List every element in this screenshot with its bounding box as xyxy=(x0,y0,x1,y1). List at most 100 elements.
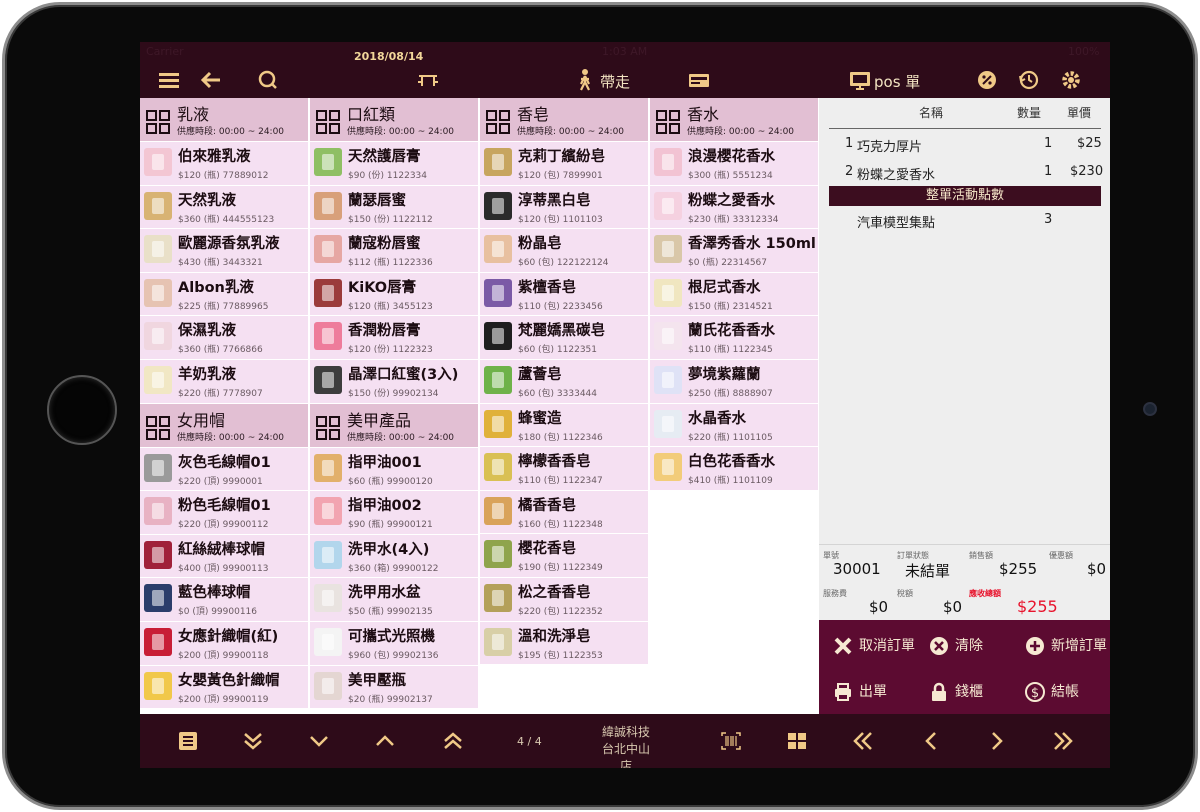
product-tile[interactable]: 溫和洗淨皂 $195 (包) 1122353 xyxy=(480,621,649,666)
product-thumbnail xyxy=(314,497,342,526)
total-due-label: 應收總額 xyxy=(969,589,1001,598)
product-tile[interactable]: 夢境紫蘿蘭 $250 (瓶) 8888907 xyxy=(650,359,819,404)
takeaway-walker-icon[interactable] xyxy=(575,66,595,94)
product-tile[interactable]: 天然乳液 $360 (瓶) 444555123 xyxy=(140,185,309,230)
category-header-lipstick[interactable]: 口紅類 供應時段: 00:00 ~ 24:00 xyxy=(310,98,479,142)
chevron-right-icon[interactable] xyxy=(986,727,1008,762)
product-tile[interactable]: 紅絲絨棒球帽 $400 (頂) 99900113 xyxy=(140,534,309,579)
double-chevron-up-icon[interactable] xyxy=(442,727,464,762)
tax-label: 稅額 xyxy=(897,589,913,598)
discount-percent-icon[interactable] xyxy=(976,66,998,94)
product-tile[interactable]: 女嬰黃色針織帽 $200 (頂) 99900119 xyxy=(140,665,309,710)
product-thumbnail xyxy=(654,148,682,176)
product-tile[interactable]: 松之香香皂 $220 (包) 1122352 xyxy=(480,577,649,622)
chevron-up-icon[interactable] xyxy=(374,727,396,762)
product-tile[interactable]: 白色花香香水 $410 (瓶) 1101109 xyxy=(650,447,819,491)
product-tile[interactable]: 蘭寇粉唇蜜 $112 (瓶) 1122336 xyxy=(310,229,479,273)
product-thumbnail xyxy=(314,453,342,482)
product-price-code: $300 (瓶) 5551234 xyxy=(688,171,773,181)
chevron-left-icon[interactable] xyxy=(920,727,942,762)
category-header-lotion[interactable]: 乳液 供應時段: 00:00 ~ 24:00 xyxy=(140,98,309,142)
product-tile[interactable]: 蘭氏花香香水 $110 (瓶) 1122345 xyxy=(650,316,819,360)
checkout-button[interactable]: $ 結帳 xyxy=(1025,680,1079,704)
category-header-perfume[interactable]: 香水 供應時段: 00:00 ~ 24:00 xyxy=(650,98,819,142)
category-time: 供應時段: 00:00 ~ 24:00 xyxy=(347,127,455,137)
cancel-order-button[interactable]: 取消訂單 xyxy=(833,634,915,658)
product-tile[interactable]: 蜂蜜造 $180 (包) 1122346 xyxy=(480,403,649,448)
new-order-button[interactable]: 新增訂單 xyxy=(1025,634,1107,658)
product-tile[interactable]: 天然護唇膏 $90 (份) 1122334 xyxy=(310,142,479,186)
product-tile[interactable]: 女應針織帽(紅) $200 (頂) 99900118 xyxy=(140,621,309,666)
product-thumbnail xyxy=(144,322,172,351)
grid-view-icon[interactable] xyxy=(787,727,807,762)
product-name: 淳蒂黑白皂 xyxy=(518,192,591,209)
category-time: 供應時段: 00:00 ~ 24:00 xyxy=(347,432,455,443)
cash-drawer-button[interactable]: 錢櫃 xyxy=(929,680,983,704)
category-header[interactable]: 女用帽 供應時段: 00:00 ~ 24:00 xyxy=(140,403,309,448)
product-price-code: $360 (瓶) 7766866 xyxy=(178,345,263,356)
history-icon[interactable] xyxy=(1018,66,1040,94)
print-order-button[interactable]: 出單 xyxy=(833,680,887,704)
product-tile[interactable]: 蘭瑟唇蜜 $150 (份) 1122112 xyxy=(310,185,479,230)
product-tile[interactable]: 藍色棒球帽 $0 (頂) 99900116 xyxy=(140,578,309,622)
product-tile[interactable]: 香澤秀香水 150ml $0 (瓶) 22314567 xyxy=(650,229,819,273)
category-header[interactable]: 美甲產品 供應時段: 00:00 ~ 24:00 xyxy=(310,403,479,448)
back-arrow-icon[interactable] xyxy=(200,66,224,94)
category-column-perfume: 香水 供應時段: 00:00 ~ 24:00 浪漫櫻花香水 $300 (瓶) 55… xyxy=(650,98,819,491)
chevron-down-icon[interactable] xyxy=(308,727,330,762)
product-tile[interactable]: 檸檬香香皂 $110 (包) 1122347 xyxy=(480,447,649,491)
grid-icon xyxy=(146,110,170,134)
product-tile[interactable]: 美甲壓瓶 $20 (瓶) 99902137 xyxy=(310,665,479,710)
settings-gear-icon[interactable] xyxy=(1060,66,1082,94)
product-tile[interactable]: 浪漫櫻花香水 $300 (瓶) 5551234 xyxy=(650,142,819,186)
product-tile[interactable]: 克莉丁繽紛皂 $120 (包) 7899901 xyxy=(480,142,649,186)
product-tile[interactable]: 香潤粉唇膏 $120 (份) 1122323 xyxy=(310,316,479,360)
product-tile[interactable]: 粉蝶之愛香水 $230 (瓶) 33312334 xyxy=(650,185,819,230)
product-tile[interactable]: 淳蒂黑白皂 $120 (包) 1101103 xyxy=(480,185,649,230)
product-tile[interactable]: KiKO唇膏 $120 (瓶) 3455123 xyxy=(310,272,479,317)
takeaway-label[interactable]: 帶走 xyxy=(600,71,630,92)
product-tile[interactable]: 指甲油002 $90 (瓶) 99900121 xyxy=(310,491,479,535)
double-chevron-down-icon[interactable] xyxy=(242,727,264,762)
product-tile[interactable]: 伯來雅乳液 $120 (瓶) 77889012 xyxy=(140,142,309,186)
product-price-code: $430 (瓶) 3443321 xyxy=(178,258,263,269)
product-tile[interactable]: 粉晶皂 $60 (包) 122122124 xyxy=(480,229,649,273)
product-tile[interactable]: 羊奶乳液 $220 (瓶) 7778907 xyxy=(140,359,309,404)
product-tile[interactable]: 可攜式光照機 $960 (包) 99902136 xyxy=(310,621,479,666)
product-tile[interactable]: 水晶香水 $220 (瓶) 1101105 xyxy=(650,403,819,448)
service-fee-label: 服務費 xyxy=(823,589,847,598)
product-tile[interactable]: 根尼式香水 $150 (瓶) 2314521 xyxy=(650,272,819,317)
product-tile[interactable]: Albon乳液 $225 (瓶) 77889965 xyxy=(140,272,309,317)
product-tile[interactable]: 洗甲水(4入) $360 (箱) 99900122 xyxy=(310,534,479,579)
product-tile[interactable]: 橘香香皂 $160 (包) 1122348 xyxy=(480,490,649,535)
pos-order-label[interactable]: pos 單 xyxy=(874,71,920,92)
product-tile[interactable]: 歐麗源香氛乳液 $430 (瓶) 3443321 xyxy=(140,229,309,273)
product-tile[interactable]: 梵麗嬌黑碳皂 $60 (包) 1122351 xyxy=(480,316,649,360)
double-chevron-left-icon[interactable] xyxy=(852,727,874,762)
list-icon[interactable] xyxy=(178,727,198,762)
product-tile[interactable]: 蘆薈皂 $60 (包) 3333444 xyxy=(480,359,649,404)
card-icon[interactable] xyxy=(688,66,712,94)
product-tile[interactable]: 灰色毛線帽01 $220 (頂) 9990001 xyxy=(140,447,309,492)
product-tile[interactable]: 洗甲用水盆 $50 (瓶) 99902135 xyxy=(310,578,479,622)
category-header-soap[interactable]: 香皂 供應時段: 00:00 ~ 24:00 xyxy=(480,98,649,142)
double-chevron-right-icon[interactable] xyxy=(1052,727,1074,762)
barcode-scan-icon[interactable] xyxy=(720,727,742,762)
product-price-code: $220 (頂) 99900112 xyxy=(178,520,269,531)
product-tile[interactable]: 櫻花香皂 $190 (包) 1122349 xyxy=(480,534,649,578)
product-thumbnail xyxy=(484,496,512,525)
home-button[interactable] xyxy=(47,375,117,445)
product-tile[interactable]: 保濕乳液 $360 (瓶) 7766866 xyxy=(140,316,309,360)
search-icon[interactable] xyxy=(256,66,280,94)
product-tile[interactable]: 紫檀香皂 $110 (包) 2233456 xyxy=(480,272,649,317)
product-tile[interactable]: 粉色毛線帽01 $220 (頂) 99900112 xyxy=(140,491,309,535)
menu-icon[interactable] xyxy=(158,66,182,94)
product-name: 洗甲用水盆 xyxy=(348,585,421,602)
branch-name: 台北中山店 xyxy=(601,742,650,768)
product-tile[interactable]: 晶澤口紅蜜(3入) $150 (份) 99902134 xyxy=(310,359,479,404)
product-tile[interactable]: 指甲油001 $60 (瓶) 99900120 xyxy=(310,447,479,492)
dine-in-table-icon[interactable] xyxy=(416,66,442,94)
clear-button[interactable]: 清除 xyxy=(929,634,983,658)
product-name: 指甲油002 xyxy=(348,498,422,515)
pos-monitor-icon[interactable] xyxy=(849,66,871,94)
